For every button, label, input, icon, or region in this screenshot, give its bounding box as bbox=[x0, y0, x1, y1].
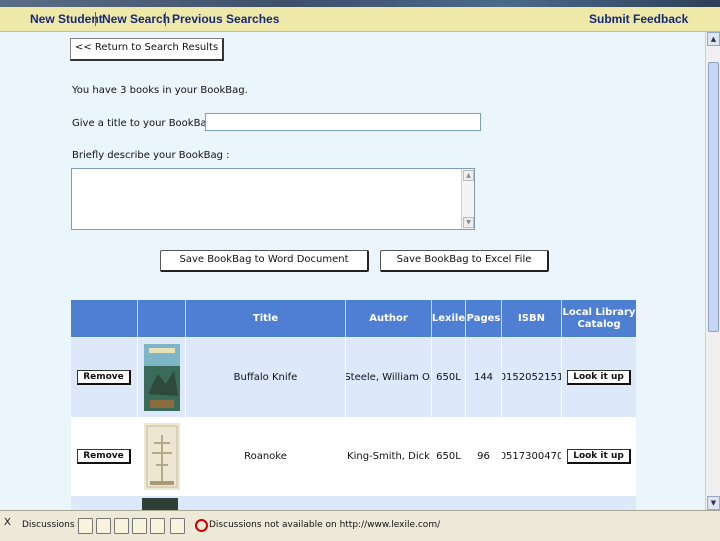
cover-cell bbox=[138, 417, 186, 496]
header-author: Author bbox=[346, 300, 432, 337]
header-remove-col bbox=[71, 300, 138, 337]
book-cover-image bbox=[143, 423, 180, 490]
header-catalog: Local Library Catalog bbox=[562, 300, 636, 337]
discussion-toolbar-icon[interactable] bbox=[170, 518, 185, 534]
header-lexile: Lexile bbox=[432, 300, 466, 337]
discussion-toolbar-icon[interactable] bbox=[132, 518, 147, 534]
look-it-up-button[interactable]: Look it up bbox=[567, 449, 631, 464]
nav-submit-feedback[interactable]: Submit Feedback bbox=[589, 12, 688, 26]
browser-status-bar: X Discussions ▾ Discussions not availabl… bbox=[0, 510, 720, 541]
not-available-icon bbox=[195, 519, 208, 532]
textarea-scrollbar[interactable]: ▲ ▼ bbox=[461, 169, 474, 229]
book-cover-image bbox=[143, 344, 180, 411]
bookbag-title-label: Give a title to your BookBag : bbox=[72, 118, 220, 129]
discussions-menu[interactable]: Discussions ▾ bbox=[22, 520, 82, 530]
header-isbn: ISBN bbox=[502, 300, 562, 337]
discussion-toolbar-icon[interactable] bbox=[114, 518, 129, 534]
table-row bbox=[71, 496, 636, 510]
save-excel-button[interactable]: Save BookBag to Excel File bbox=[380, 250, 549, 272]
scroll-down-icon[interactable]: ▼ bbox=[707, 496, 720, 510]
close-toolbar-icon[interactable]: X bbox=[4, 517, 11, 528]
textarea-scroll-down-icon[interactable]: ▼ bbox=[463, 217, 474, 228]
book-cover-image bbox=[142, 498, 178, 510]
header-cover-col bbox=[138, 300, 186, 337]
catalog-cell: Look it up bbox=[562, 338, 636, 417]
discussion-toolbar-icon[interactable] bbox=[78, 518, 93, 534]
top-banner-strip bbox=[0, 0, 720, 7]
remove-button[interactable]: Remove bbox=[77, 449, 131, 464]
author-cell: King-Smith, Dick bbox=[346, 417, 432, 496]
save-word-button[interactable]: Save BookBag to Word Document bbox=[160, 250, 369, 272]
status-message-text: Discussions not available on http://www.… bbox=[209, 520, 441, 530]
table-row: Remove Buffalo Knife Steele, William O. … bbox=[71, 338, 636, 417]
look-it-up-button[interactable]: Look it up bbox=[567, 370, 631, 385]
scroll-thumb[interactable] bbox=[708, 62, 719, 332]
title-cell: Buffalo Knife bbox=[186, 338, 346, 417]
remove-cell: Remove bbox=[71, 338, 138, 417]
remove-button[interactable]: Remove bbox=[77, 370, 131, 385]
nav-bar: New Student New Search Previous Searches… bbox=[0, 7, 720, 32]
bookbag-title-input[interactable] bbox=[205, 113, 481, 131]
return-to-results-button[interactable]: << Return to Search Results bbox=[70, 38, 225, 61]
nav-separator bbox=[165, 12, 166, 26]
pages-cell: 144 bbox=[466, 338, 502, 417]
discussion-toolbar-icon[interactable] bbox=[96, 518, 111, 534]
nav-previous-searches[interactable]: Previous Searches bbox=[172, 12, 279, 26]
nav-separator bbox=[95, 12, 96, 26]
bookbag-description-textarea[interactable]: ▲ ▼ bbox=[71, 168, 475, 230]
header-pages: Pages bbox=[466, 300, 502, 337]
discussion-toolbar-icon[interactable] bbox=[150, 518, 165, 534]
table-row: Remove Roanoke King-Smith, Dick 650L 96 … bbox=[71, 417, 636, 496]
title-cell: Roanoke bbox=[186, 417, 346, 496]
remove-cell: Remove bbox=[71, 417, 138, 496]
nav-new-student[interactable]: New Student bbox=[30, 12, 103, 26]
discussions-label: Discussions bbox=[22, 520, 75, 530]
catalog-cell: Look it up bbox=[562, 417, 636, 496]
lexile-cell: 650L bbox=[432, 338, 466, 417]
textarea-scroll-up-icon[interactable]: ▲ bbox=[463, 170, 474, 181]
author-cell: Steele, William O. bbox=[346, 338, 432, 417]
lexile-cell: 650L bbox=[432, 417, 466, 496]
pages-cell: 96 bbox=[466, 417, 502, 496]
isbn-cell: 0152052151 bbox=[502, 338, 562, 417]
status-message: Discussions not available on http://www.… bbox=[195, 519, 441, 532]
header-title: Title bbox=[186, 300, 346, 337]
bookbag-description-label: Briefly describe your BookBag : bbox=[72, 150, 230, 161]
scroll-up-icon[interactable]: ▲ bbox=[707, 32, 720, 46]
bookbag-count-text: You have 3 books in your BookBag. bbox=[72, 85, 248, 96]
nav-new-search[interactable]: New Search bbox=[102, 12, 170, 26]
page-scrollbar[interactable]: ▲ ▼ bbox=[705, 32, 720, 510]
isbn-cell: 0517300470 bbox=[502, 417, 562, 496]
cover-cell bbox=[138, 338, 186, 417]
